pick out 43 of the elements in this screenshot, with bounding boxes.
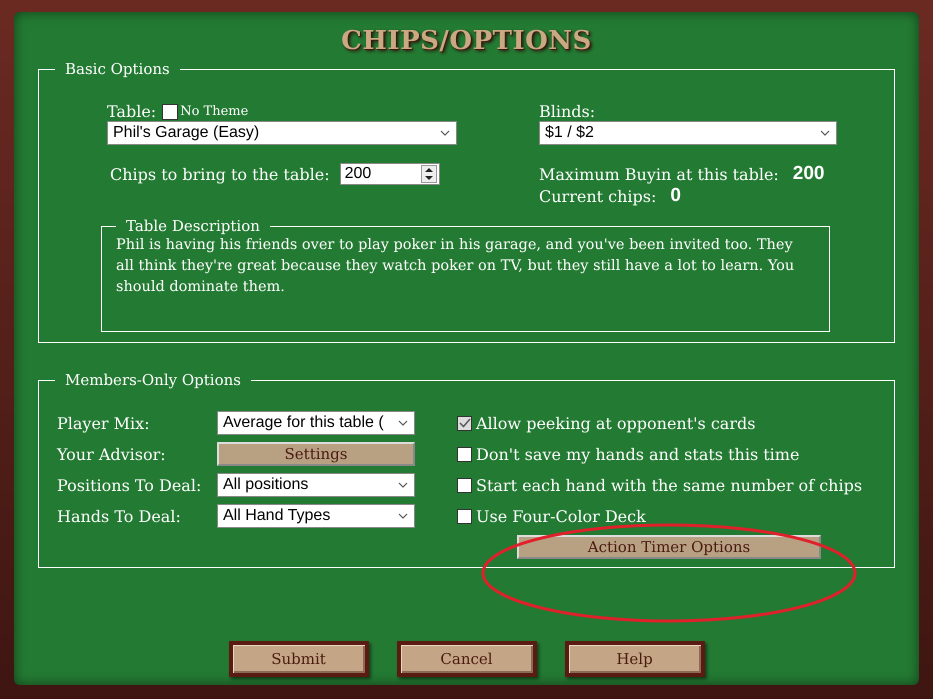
checkbox-label: Allow peeking at opponent's cards — [476, 414, 756, 432]
option-label: Hands To Deal: — [57, 506, 182, 526]
max-buyin-label: Maximum Buyin at this table: — [539, 164, 779, 184]
current-chips-label: Current chips: — [539, 186, 656, 206]
dialog-button[interactable]: Help — [564, 641, 704, 677]
chevron-down-icon — [398, 482, 408, 488]
chevron-down-icon — [440, 130, 450, 136]
table-description-text: Phil is having his friends over to play poker in his garage, and you've been invited too. They all think they're great because they watch poker on TV, but they still have a lot to learn. You should dominate them. — [116, 236, 796, 297]
checkbox[interactable] — [162, 104, 178, 120]
chips-label: Chips to bring to the table: — [110, 164, 330, 184]
chevron-down-icon — [398, 420, 408, 426]
current-chips-value: 0 — [670, 185, 681, 207]
option-select[interactable]: All Hand Types — [217, 504, 415, 528]
checkbox-label: Start each hand with the same number of chips — [476, 476, 862, 494]
checkbox-label: Don't save my hands and stats this time — [476, 444, 800, 464]
dialog-button[interactable]: Submit — [228, 641, 368, 677]
settings-button[interactable]: Settings — [217, 442, 415, 466]
option-select[interactable]: Average for this table ( — [217, 411, 415, 435]
option-label: Your Advisor: — [57, 444, 167, 464]
table-select[interactable]: Phil's Garage (Easy) — [107, 121, 457, 145]
group-legend: Members-Only Options — [55, 371, 251, 389]
checkbox[interactable] — [457, 416, 472, 430]
chevron-down-icon — [398, 513, 408, 519]
option-label: Positions To Deal: — [57, 476, 202, 494]
spinner-arrows-icon — [420, 165, 437, 183]
checkbox-label: Use Four-Color Deck — [476, 506, 646, 526]
max-buyin-value: 200 — [792, 163, 824, 185]
option-label: Player Mix: — [57, 414, 151, 432]
chips-spinner[interactable]: 200 — [340, 163, 440, 185]
checkbox[interactable] — [457, 478, 472, 492]
checkbox[interactable] — [457, 446, 472, 462]
blinds-label: Blinds: — [539, 102, 596, 121]
chevron-down-icon — [820, 130, 830, 136]
table-label: Table: — [107, 102, 156, 121]
no-theme-label: No Theme — [180, 104, 248, 119]
checkbox[interactable] — [457, 508, 472, 524]
option-select[interactable]: All positions — [217, 473, 415, 497]
group-legend: Basic Options — [55, 60, 180, 78]
dialog-button[interactable]: Cancel — [396, 641, 536, 677]
blinds-select[interactable]: $1 / $2 — [539, 121, 837, 145]
group-legend: Table Description — [116, 217, 270, 235]
action-timer-button[interactable]: Action Timer Options — [517, 535, 821, 559]
dialog-title: CHIPS/OPTIONS — [341, 26, 592, 56]
